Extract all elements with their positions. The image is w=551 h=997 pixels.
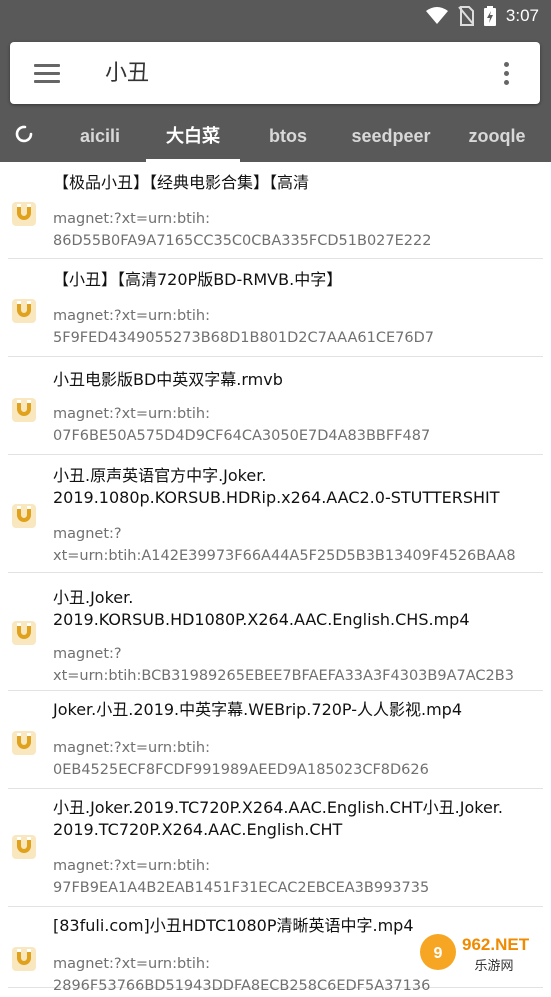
status-time: 3:07: [505, 6, 539, 25]
menu-icon[interactable]: [34, 64, 60, 83]
no-sim-icon: [458, 6, 474, 26]
magnet-link: magnet:?xt=urn:btih: 0EB4525ECF8FCDF9919…: [53, 740, 429, 778]
magnet-icon: [12, 729, 36, 755]
tab-zooqle[interactable]: zooqle: [460, 114, 534, 162]
result-title: Joker.小丑.2019.中英字幕.WEBrip.720P-人人影视.mp4: [53, 700, 463, 719]
magnet-link: magnet:? xt=urn:btih:A142E39973F66A44A5F…: [53, 526, 516, 564]
result-item[interactable]: 小丑电影版BD中英双字幕.rmvb magnet:?xt=urn:btih: 07…: [8, 357, 543, 455]
more-options-icon[interactable]: [504, 62, 510, 86]
app-header: aicili 大白菜 btos seedpeer zooqle: [0, 32, 551, 162]
tab-dabaicai[interactable]: 大白菜: [146, 114, 240, 162]
tab-label: 大白菜: [166, 126, 220, 146]
result-item[interactable]: 【小丑】【高清720P版BD-RMVB.中字】 magnet:?xt=urn:bt…: [8, 259, 543, 357]
magnet-link: magnet:?xt=urn:btih: 97FB9EA1A4B2EAB1451…: [53, 858, 430, 896]
result-title: 小丑电影版BD中英双字幕.rmvb: [53, 370, 283, 389]
source-tabs: aicili 大白菜 btos seedpeer zooqle: [0, 114, 551, 162]
search-bar: [10, 42, 540, 104]
tab-aicili[interactable]: aicili: [70, 114, 130, 162]
result-item[interactable]: 小丑.Joker.2019.TC720P.X264.AAC.English.CH…: [8, 789, 543, 907]
result-item[interactable]: 小丑.原声英语官方中字.Joker. 2019.1080p.KORSUB.HDR…: [8, 455, 543, 573]
magnet-icon: [12, 200, 36, 226]
tab-btos[interactable]: btos: [258, 114, 318, 162]
search-input[interactable]: [105, 58, 465, 83]
result-list: 【极品小丑】【经典电影合集】【高清 magnet:?xt=urn:btih: 86…: [0, 162, 551, 994]
watermark-text: 962.NET: [462, 935, 530, 954]
magnet-icon: [12, 297, 36, 323]
magnet-icon: [12, 502, 36, 528]
watermark-logo: 9 962.NET 乐游网: [414, 930, 548, 976]
result-title: 【小丑】【高清720P版BD-RMVB.中字】: [53, 270, 343, 289]
magnet-icon: [12, 619, 36, 645]
result-item[interactable]: 小丑.Joker. 2019.KORSUB.HD1080P.X264.AAC.E…: [8, 573, 543, 691]
result-item[interactable]: 【极品小丑】【经典电影合集】【高清 magnet:?xt=urn:btih: 86…: [8, 162, 543, 259]
magnet-icon: [12, 833, 36, 859]
result-title: 【极品小丑】【经典电影合集】【高清: [53, 173, 310, 192]
result-title: 小丑.原声英语官方中字.Joker. 2019.1080p.KORSUB.HDR…: [53, 466, 500, 507]
result-item[interactable]: Joker.小丑.2019.中英字幕.WEBrip.720P-人人影视.mp4 m…: [8, 691, 543, 789]
svg-text:9: 9: [434, 945, 443, 962]
magnet-link: magnet:?xt=urn:btih: 07F6BE50A575D4D9CF6…: [53, 406, 431, 444]
result-title: 小丑.Joker.2019.TC720P.X264.AAC.English.CH…: [53, 798, 503, 839]
wifi-icon: [425, 7, 448, 24]
watermark-subtext: 乐游网: [474, 959, 513, 974]
status-bar: 3:07: [0, 0, 551, 32]
magnet-icon: [12, 396, 36, 422]
result-title: 小丑.Joker. 2019.KORSUB.HD1080P.X264.AAC.E…: [53, 588, 470, 629]
magnet-link: magnet:?xt=urn:btih: 86D55B0FA9A7165CC35…: [53, 211, 432, 249]
refresh-icon[interactable]: [12, 122, 36, 146]
magnet-icon: [12, 945, 36, 971]
tab-seedpeer[interactable]: seedpeer: [344, 114, 438, 162]
magnet-link: magnet:?xt=urn:btih: 5F9FED4349055273B68…: [53, 308, 435, 346]
battery-icon: [483, 6, 496, 26]
magnet-link: magnet:? xt=urn:btih:BCB31989265EBEE7BFA…: [53, 646, 514, 684]
